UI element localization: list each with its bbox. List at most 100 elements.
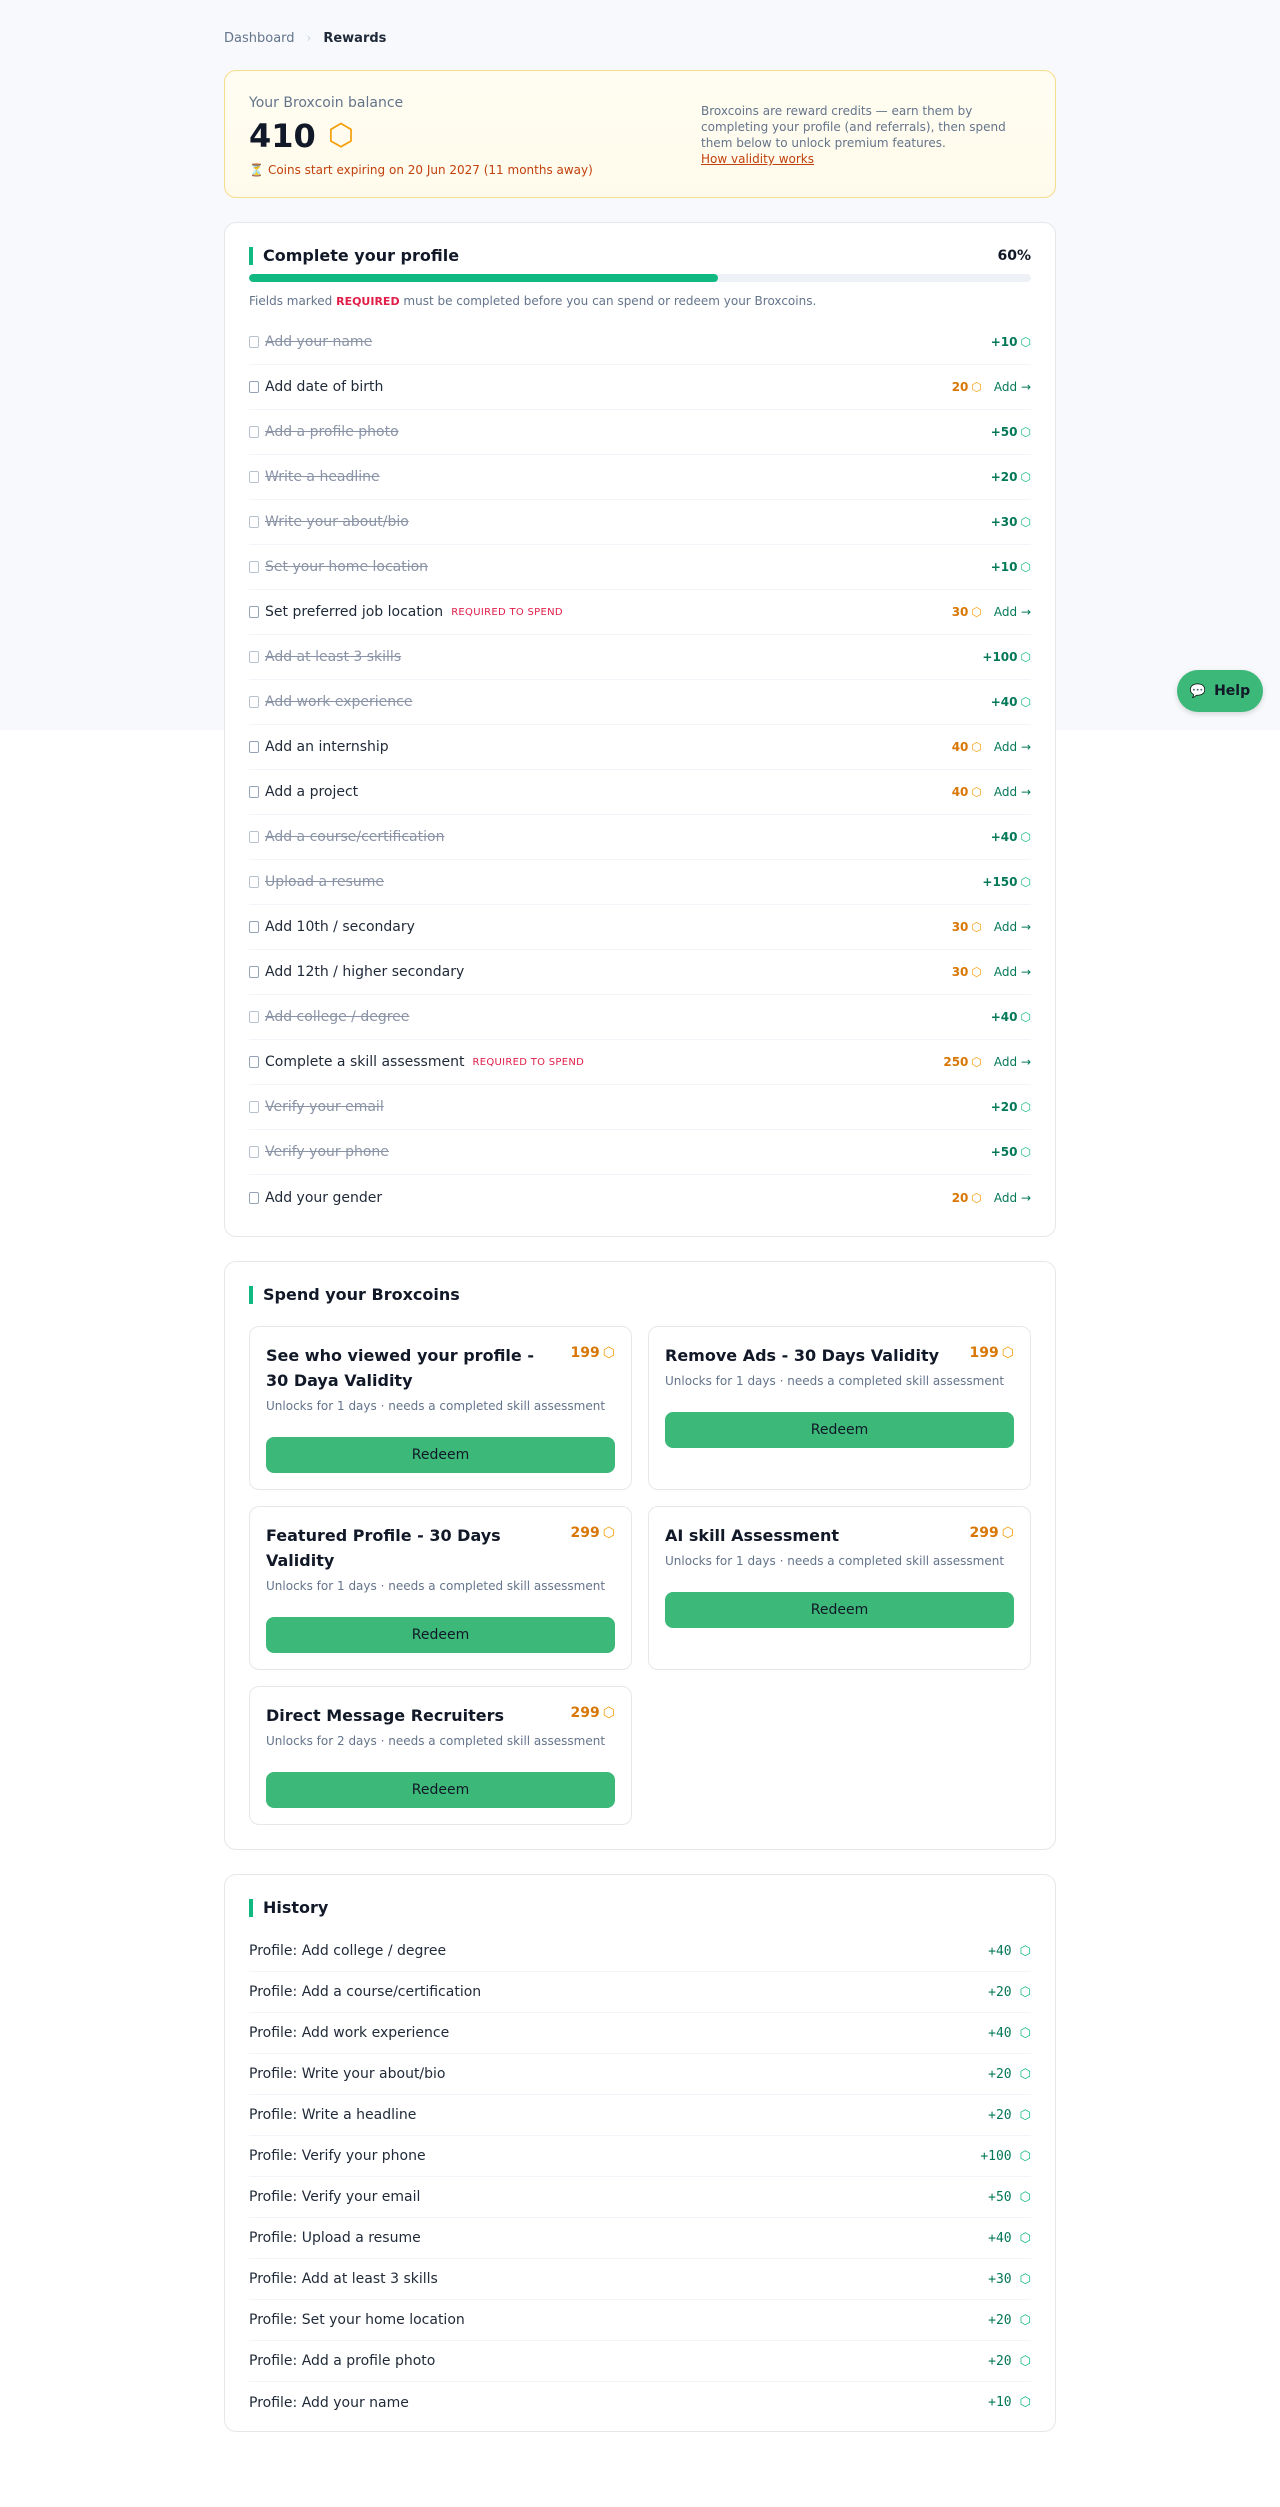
task-reward: +50 ⬡ bbox=[991, 1145, 1031, 1159]
history-row: Profile: Add your name +10 ⬡ bbox=[249, 2382, 1031, 2423]
checkbox-icon[interactable] bbox=[249, 1191, 259, 1204]
checkbox-icon[interactable] bbox=[249, 381, 259, 393]
coin-icon: ⬡ bbox=[1020, 560, 1031, 574]
history-list: Profile: Add college / degree +40 ⬡ Profile… bbox=[249, 1931, 1031, 2423]
history-amount-wrap: +20 ⬡ bbox=[988, 1985, 1031, 2000]
redeem-button[interactable]: Redeem bbox=[665, 1592, 1014, 1628]
coin-icon: ⬡ bbox=[971, 1055, 982, 1069]
task-points: +150 bbox=[982, 875, 1018, 889]
checkbox-icon[interactable] bbox=[249, 741, 259, 753]
coin-icon: ⬡ bbox=[602, 1525, 615, 1541]
task-points: 30 bbox=[951, 605, 969, 619]
add-task-link[interactable]: Add → bbox=[994, 965, 1031, 979]
history-row: Profile: Write your about/bio +20 ⬡ bbox=[249, 2054, 1031, 2095]
coin-icon: ⬡ bbox=[602, 1705, 615, 1721]
task-left: Set preferred job location REQUIRED TO SP… bbox=[249, 604, 563, 620]
checkbox-icon[interactable] bbox=[249, 921, 259, 933]
task-left: Add a profile photo bbox=[249, 424, 399, 440]
coin-icon: ⬡ bbox=[602, 1345, 615, 1361]
checkbox-icon[interactable] bbox=[249, 606, 259, 618]
coin-icon: ⬡ bbox=[1019, 2189, 1031, 2205]
task-row[interactable]: Set preferred job location REQUIRED TO SP… bbox=[249, 590, 1031, 635]
coin-icon: ⬡ bbox=[971, 785, 982, 799]
how-validity-works-link[interactable]: How validity works bbox=[701, 151, 814, 167]
coin-icon: ⬡ bbox=[1020, 425, 1031, 439]
task-points: +30 bbox=[990, 515, 1018, 529]
add-task-link[interactable]: Add → bbox=[994, 1191, 1031, 1205]
task-label: Add 10th / secondary bbox=[265, 919, 415, 935]
task-row[interactable]: Add date of birth 20 ⬡ Add → bbox=[249, 365, 1031, 410]
task-left: Upload a resume bbox=[249, 874, 384, 890]
add-task-link[interactable]: Add → bbox=[994, 380, 1031, 394]
task-left: Verify your email bbox=[249, 1099, 384, 1115]
redeem-button[interactable]: Redeem bbox=[266, 1437, 615, 1473]
chevron-right-icon: › bbox=[306, 31, 312, 45]
checkbox-icon[interactable] bbox=[249, 966, 259, 978]
coin-icon: ⬡ bbox=[971, 920, 982, 934]
coin-icon: ⬡ bbox=[1019, 2230, 1031, 2246]
checkbox-icon bbox=[249, 651, 259, 663]
complete-profile-section: Complete your profile 60% Fields marked … bbox=[224, 222, 1056, 1237]
add-task-link[interactable]: Add → bbox=[994, 920, 1031, 934]
coin-icon: ⬡ bbox=[1019, 2025, 1031, 2041]
history-label: Profile: Write your about/bio bbox=[249, 2066, 446, 2082]
coin-icon: ⬡ bbox=[1019, 2148, 1031, 2164]
coin-icon: ⬡ bbox=[971, 380, 982, 394]
help-button[interactable]: 💬 Help bbox=[1177, 670, 1263, 712]
coin-icon: ⬡ bbox=[1019, 2271, 1031, 2287]
checkbox-icon[interactable] bbox=[249, 1056, 259, 1068]
checkbox-icon bbox=[249, 336, 259, 348]
coin-icon: ⬡ bbox=[1020, 875, 1031, 889]
task-reward: 40 ⬡ Add → bbox=[952, 785, 1031, 799]
add-task-link[interactable]: Add → bbox=[994, 785, 1031, 799]
history-amount: +20 bbox=[988, 2312, 1012, 2328]
coin-icon: ⬡ bbox=[1020, 335, 1031, 349]
task-label: Add 12th / higher secondary bbox=[265, 964, 465, 980]
task-left: Add your gender bbox=[249, 1190, 382, 1206]
redeem-button[interactable]: Redeem bbox=[266, 1617, 615, 1653]
required-tag: REQUIRED TO SPEND bbox=[451, 606, 563, 618]
task-left: Add college / degree bbox=[249, 1009, 409, 1025]
task-points: +40 bbox=[990, 695, 1018, 709]
task-label: Add at least 3 skills bbox=[265, 649, 402, 665]
breadcrumb: Dashboard › Rewards bbox=[224, 28, 1056, 48]
task-label: Add date of birth bbox=[265, 379, 384, 395]
add-task-link[interactable]: Add → bbox=[994, 605, 1031, 619]
task-label: Write a headline bbox=[265, 469, 380, 485]
add-task-link[interactable]: Add → bbox=[994, 1055, 1031, 1069]
profile-header: Complete your profile 60% bbox=[249, 247, 1031, 265]
task-row[interactable]: Add 12th / higher secondary 30 ⬡ Add → bbox=[249, 950, 1031, 995]
task-left: Add 12th / higher secondary bbox=[249, 964, 464, 980]
task-row[interactable]: Add a project 40 ⬡ Add → bbox=[249, 770, 1031, 815]
redeem-button[interactable]: Redeem bbox=[665, 1412, 1014, 1448]
coin-icon: ⬡ bbox=[971, 965, 982, 979]
task-points: +10 bbox=[990, 335, 1018, 349]
reward-header: See who viewed your profile - 30 Daya Va… bbox=[266, 1343, 615, 1393]
coin-icon: ⬡ bbox=[1019, 2066, 1031, 2082]
history-row: Profile: Add a course/certification +20 ⬡ bbox=[249, 1972, 1031, 2013]
add-task-link[interactable]: Add → bbox=[994, 740, 1031, 754]
spend-header: Spend your Broxcoins bbox=[249, 1286, 1031, 1304]
task-row: Add your name +10 ⬡ bbox=[249, 320, 1031, 365]
task-reward: +40 ⬡ bbox=[991, 695, 1031, 709]
task-row: Add a profile photo +50 ⬡ bbox=[249, 410, 1031, 455]
task-label: Set preferred job location bbox=[265, 604, 444, 620]
task-row[interactable]: Complete a skill assessment REQUIRED TO S… bbox=[249, 1040, 1031, 1085]
task-row[interactable]: Add your gender 20 ⬡ Add → bbox=[249, 1175, 1031, 1220]
reward-header: Direct Message Recruiters 299 ⬡ bbox=[266, 1703, 615, 1728]
checkbox-icon[interactable] bbox=[249, 786, 259, 798]
task-label: Add college / degree bbox=[265, 1009, 410, 1025]
history-amount: +10 bbox=[988, 2395, 1012, 2410]
task-reward: +150 ⬡ bbox=[982, 875, 1031, 889]
coin-icon: ⬡ bbox=[1020, 650, 1031, 664]
task-reward: +50 ⬡ bbox=[991, 425, 1031, 439]
history-amount-wrap: +40 ⬡ bbox=[988, 2026, 1031, 2041]
task-row[interactable]: Add an internship 40 ⬡ Add → bbox=[249, 725, 1031, 770]
redeem-button[interactable]: Redeem bbox=[266, 1772, 615, 1808]
task-row[interactable]: Add 10th / secondary 30 ⬡ Add → bbox=[249, 905, 1031, 950]
history-label: Profile: Verify your phone bbox=[249, 2148, 426, 2164]
history-row: Profile: Verify your phone +100 ⬡ bbox=[249, 2136, 1031, 2177]
task-points: +20 bbox=[990, 470, 1018, 484]
breadcrumb-dashboard-link[interactable]: Dashboard bbox=[224, 31, 295, 46]
reward-price: 299 ⬡ bbox=[571, 1705, 615, 1721]
